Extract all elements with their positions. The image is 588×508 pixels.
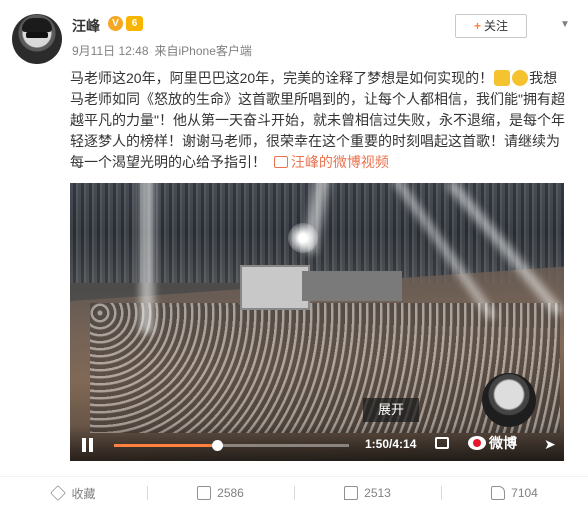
post-text: 马老师这20年，阿里巴巴这20年，完美的诠释了梦想是如何实现的！ 我想马老师如同《… [70, 68, 570, 173]
verified-icon: V [108, 16, 123, 31]
weibo-eye-icon [468, 436, 486, 450]
post-text-part1: 马老师这20年，阿里巴巴这20年，完美的诠释了梦想是如何实现的！ [70, 70, 494, 86]
like-count: 7104 [511, 486, 538, 500]
source-prefix: 来自 [154, 44, 179, 58]
repost-button[interactable]: 2586 [147, 478, 294, 508]
avatar-hair [22, 18, 52, 32]
user-name[interactable]: 汪峰 [72, 16, 100, 36]
video-link[interactable]: 汪峰的微博视频 [270, 154, 389, 170]
video-light-flare [288, 223, 318, 253]
pause-icon[interactable] [82, 438, 94, 452]
chevron-down-icon[interactable]: ▼ [560, 20, 572, 30]
video-player[interactable]: 展开 1:50/4:14 微博 ➤ [70, 183, 564, 461]
video-progress-fill [114, 444, 217, 447]
expand-button[interactable]: 展开 [363, 398, 419, 422]
post-timestamp[interactable]: 9月11日 12:48 [72, 44, 149, 58]
comment-icon [344, 486, 359, 500]
avatar-sunglasses [26, 32, 48, 38]
comment-count: 2513 [364, 486, 391, 500]
like-button[interactable]: 7104 [441, 478, 588, 508]
plus-icon: + [473, 19, 481, 33]
post-source[interactable]: iPhone客户端 [179, 44, 252, 58]
video-watermark-avatar [482, 373, 536, 427]
repost-icon [197, 486, 212, 500]
video-progress-bar[interactable] [114, 440, 349, 451]
video-stage-platform [302, 271, 402, 301]
post-meta: 9月11日 12:48 来自iPhone客户端 [72, 42, 258, 59]
fullscreen-icon[interactable] [435, 437, 449, 449]
video-progress-knob[interactable] [211, 440, 223, 451]
follow-button[interactable]: + 关注 [455, 14, 527, 38]
video-link-label: 汪峰的微博视频 [290, 154, 389, 170]
repost-count: 2586 [217, 486, 244, 500]
video-light-beam [140, 183, 154, 333]
share-icon[interactable]: ➤ [544, 436, 556, 453]
thumbs-up-icon [491, 486, 506, 500]
thumbs-up-emoji-icon [494, 70, 511, 86]
favorite-button[interactable]: 收藏 [0, 478, 147, 508]
favorite-label: 收藏 [71, 486, 96, 501]
star-icon [50, 485, 67, 501]
post-actions-bar: 收藏 2586 2513 7104 [0, 478, 588, 508]
video-controls: 1:50/4:14 微博 ➤ [70, 425, 564, 461]
follow-label: 关注 [484, 19, 509, 33]
video-time-readout: 1:50/4:14 [365, 437, 417, 451]
weibo-post-card: 汪峰 V 6 9月11日 12:48 来自iPhone客户端 + 关注 ▼ 马老师这… [0, 0, 588, 508]
weibo-logo: 微博 [468, 433, 517, 453]
vip-level-icon: 6 [126, 16, 143, 31]
actions-divider [0, 476, 588, 477]
user-avatar[interactable] [12, 14, 62, 64]
weibo-brand-label: 微博 [489, 435, 517, 451]
smile-emoji-icon [512, 70, 529, 86]
video-stage-truck [240, 265, 310, 310]
comment-button[interactable]: 2513 [294, 478, 441, 508]
video-play-icon [273, 156, 288, 168]
